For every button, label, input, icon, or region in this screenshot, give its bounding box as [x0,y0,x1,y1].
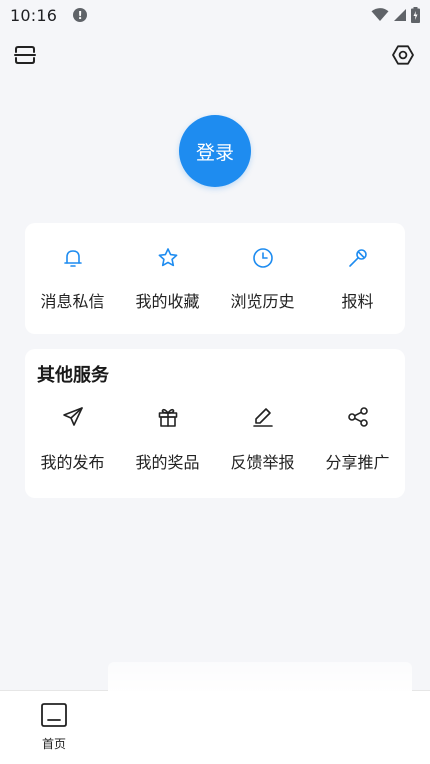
microphone-icon [345,245,371,271]
quick-action-messages[interactable]: 消息私信 [25,245,120,312]
section-title: 其他服务 [37,365,109,386]
bell-icon [60,245,86,271]
blur-overlay [108,662,412,764]
scan-button[interactable] [12,42,38,68]
quick-action-favorites[interactable]: 我的收藏 [120,245,215,312]
star-icon [155,245,181,271]
share-icon [345,404,371,430]
edit-pen-icon [250,404,276,430]
service-my-posts[interactable]: 我的发布 [25,404,120,473]
service-my-prizes[interactable]: 我的奖品 [120,404,215,473]
quick-actions-card: 消息私信 我的收藏 浏览历史 报料 [25,223,405,334]
service-share[interactable]: 分享推广 [310,404,405,473]
service-feedback[interactable]: 反馈举报 [215,404,310,473]
wifi-icon [371,8,389,21]
alert-icon: ! [73,8,88,22]
settings-button[interactable] [390,42,416,68]
top-bar [0,40,430,70]
bottom-nav: 首页 [0,662,430,764]
status-bar: 10:16 ! [0,0,430,30]
status-icons [371,7,420,23]
signal-icon [394,9,406,21]
service-label: 我的发布 [40,453,105,472]
tab-home[interactable]: 首页 [24,701,84,752]
quick-action-label: 消息私信 [40,292,105,311]
status-time: 10:16 [10,5,58,25]
clock-icon [250,245,276,271]
other-services-card: 其他服务 我的发布 我的奖品 反馈举报 分享推广 [25,349,405,498]
services-grid: 我的发布 我的奖品 反馈举报 分享推广 [25,404,405,473]
quick-action-label: 报料 [341,292,374,311]
quick-action-label: 浏览历史 [230,292,295,311]
tab-home-label: 首页 [41,737,66,751]
scan-icon [14,46,36,64]
battery-charging-icon [411,7,420,23]
service-label: 反馈举报 [230,453,295,472]
settings-hexagon-icon [392,45,414,65]
quick-actions-grid: 消息私信 我的收藏 浏览历史 报料 [25,245,405,312]
login-button[interactable]: 登录 [179,115,251,187]
quick-action-label: 我的收藏 [135,292,200,311]
home-tab-icon [41,703,67,727]
service-label: 分享推广 [325,453,390,472]
quick-action-report[interactable]: 报料 [310,245,405,312]
service-label: 我的奖品 [135,453,200,472]
gift-icon [155,404,181,430]
paper-plane-icon [60,404,86,430]
quick-action-history[interactable]: 浏览历史 [215,245,310,312]
